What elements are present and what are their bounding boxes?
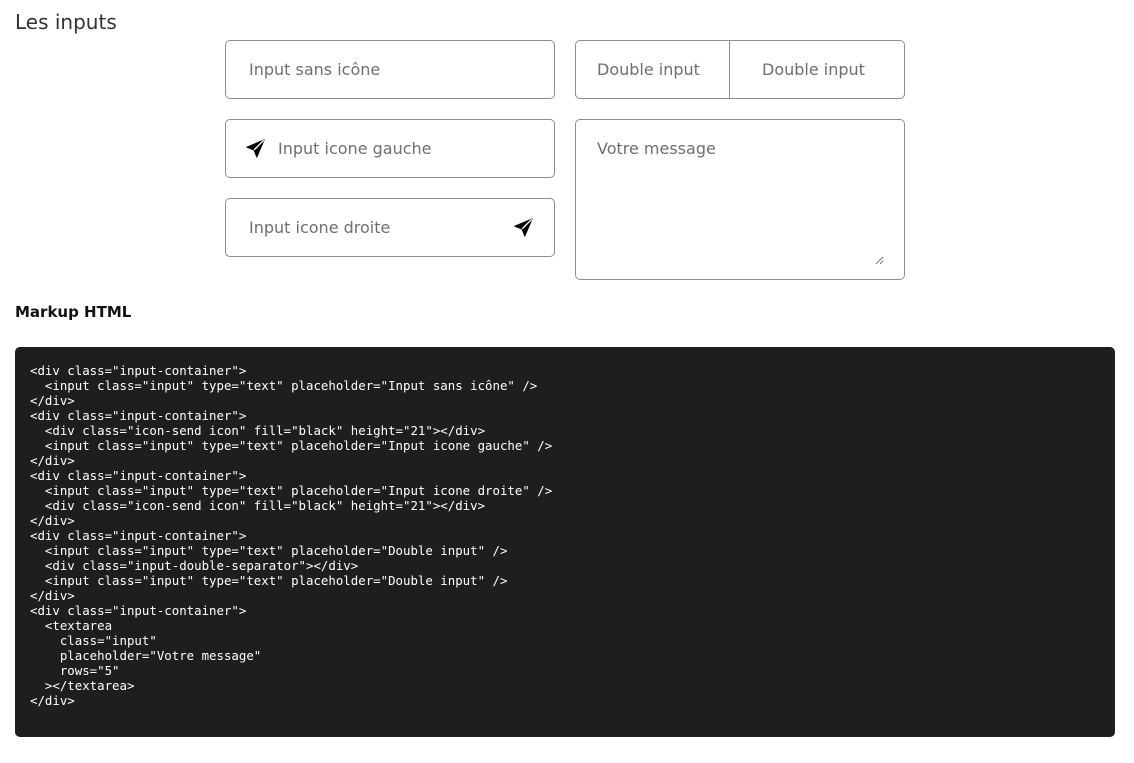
input-double-second[interactable]: [730, 41, 904, 98]
markup-title: Markup HTML: [15, 303, 132, 321]
input-double-first[interactable]: [576, 41, 729, 98]
input-plain[interactable]: [247, 41, 533, 98]
message-textarea[interactable]: [597, 138, 884, 265]
input-icon-right[interactable]: [247, 199, 513, 256]
input-container-icon-left: [225, 119, 555, 178]
input-container-plain: [225, 40, 555, 99]
section-title: Les inputs: [15, 10, 117, 34]
send-icon: [245, 138, 266, 159]
code-snippet: <div class="input-container"> <input cla…: [30, 363, 553, 708]
input-container-textarea: [575, 119, 905, 280]
input-container-double: [575, 40, 905, 99]
input-container-icon-right: [225, 198, 555, 257]
code-block: <div class="input-container"> <input cla…: [15, 347, 1115, 737]
send-icon: [513, 217, 534, 238]
input-icon-left[interactable]: [276, 120, 533, 177]
